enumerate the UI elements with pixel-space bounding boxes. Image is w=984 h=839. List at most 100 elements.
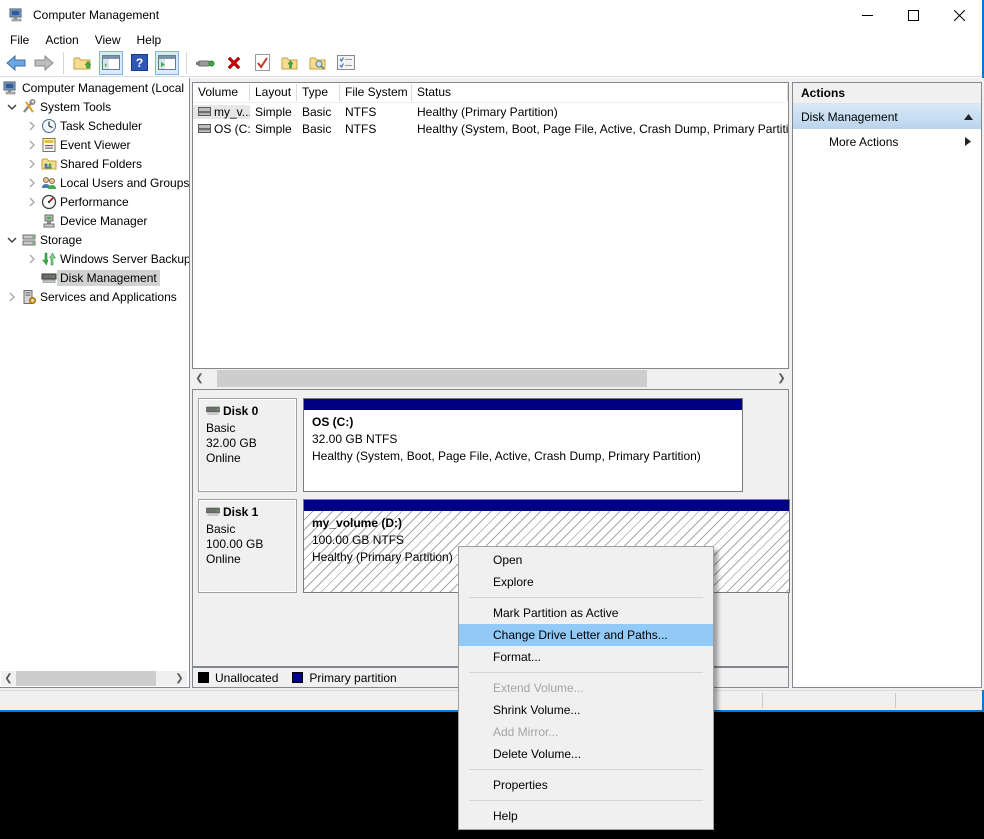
- scrollbar-thumb[interactable]: [16, 671, 156, 686]
- checklist-icon: [337, 55, 355, 70]
- volume-title: my_volume (D:): [312, 515, 781, 532]
- system-tools-icon: [21, 99, 37, 115]
- column-header-status[interactable]: Status: [412, 84, 788, 101]
- menu-action[interactable]: Action: [37, 31, 86, 49]
- collapse-chevron-icon[interactable]: [4, 99, 20, 115]
- disk-kind: Basic: [206, 522, 289, 537]
- expand-chevron-icon[interactable]: [24, 175, 40, 191]
- back-icon: [6, 55, 26, 71]
- menu-item-format[interactable]: Format...: [459, 646, 713, 668]
- expand-chevron-icon[interactable]: [24, 194, 40, 210]
- menu-item-properties[interactable]: Properties: [459, 774, 713, 796]
- expand-chevron-icon[interactable]: [4, 289, 20, 305]
- delete-volume-button[interactable]: [222, 51, 246, 75]
- expand-chevron-icon[interactable]: [24, 156, 40, 172]
- tree-item-system-tools[interactable]: System Tools: [0, 97, 189, 116]
- tree-item-services-and-applications[interactable]: Services and Applications: [0, 287, 189, 306]
- scroll-right-icon[interactable]: ❯: [774, 371, 789, 386]
- tree-label: Storage: [37, 232, 85, 248]
- column-header-type[interactable]: Type: [297, 84, 340, 101]
- more-actions-item[interactable]: More Actions: [793, 129, 981, 154]
- tree-item-windows-server-backup[interactable]: Windows Server Backup: [0, 249, 189, 268]
- scroll-left-icon[interactable]: ❮: [1, 671, 16, 686]
- computer-icon: [3, 80, 19, 96]
- mark-active-button[interactable]: [250, 51, 274, 75]
- tree-item-performance[interactable]: Performance: [0, 192, 189, 211]
- scrollbar-thumb[interactable]: [217, 370, 647, 387]
- minimize-icon: [862, 10, 873, 21]
- refresh-button[interactable]: [194, 51, 218, 75]
- disk-0-volume-os-c[interactable]: OS (C:) 32.00 GB NTFS Healthy (System, B…: [303, 398, 743, 492]
- help-button[interactable]: ?: [127, 51, 151, 75]
- column-header-layout[interactable]: Layout: [250, 84, 297, 101]
- volume-list-header: Volume Layout Type File System Status: [193, 83, 788, 103]
- volume-row-os-c[interactable]: OS (C:) Simple Basic NTFS Healthy (Syste…: [193, 120, 788, 137]
- menu-item-mark-partition-active[interactable]: Mark Partition as Active: [459, 602, 713, 624]
- legend-label: Primary partition: [309, 671, 396, 685]
- actions-group-disk-management[interactable]: Disk Management: [793, 104, 981, 129]
- show-action-pane-button[interactable]: [155, 51, 179, 75]
- open-folder-button[interactable]: [278, 51, 302, 75]
- refresh-icon: [196, 56, 216, 70]
- actions-pane: Actions Disk Management More Actions: [792, 82, 982, 688]
- services-icon: [21, 289, 37, 305]
- menu-item-change-drive-letter[interactable]: Change Drive Letter and Paths...: [459, 624, 713, 646]
- menu-item-open[interactable]: Open: [459, 549, 713, 571]
- collapse-chevron-icon[interactable]: [4, 232, 20, 248]
- device-manager-icon: [41, 213, 57, 229]
- event-viewer-icon: [41, 137, 57, 153]
- tree-item-device-manager[interactable]: Device Manager: [0, 211, 189, 230]
- menu-item-explore[interactable]: Explore: [459, 571, 713, 593]
- menu-help[interactable]: Help: [129, 31, 170, 49]
- menu-item-shrink-volume[interactable]: Shrink Volume...: [459, 699, 713, 721]
- expand-chevron-icon[interactable]: [24, 118, 40, 134]
- tree-item-task-scheduler[interactable]: Task Scheduler: [0, 116, 189, 135]
- expand-chevron-icon[interactable]: [24, 251, 40, 267]
- disk-management-icon: [41, 270, 57, 286]
- back-button[interactable]: [4, 51, 28, 75]
- console-tree-icon: [102, 55, 120, 70]
- disk-icon: [206, 406, 220, 416]
- up-one-level-button[interactable]: [71, 51, 95, 75]
- volume-list-horizontal-scrollbar[interactable]: ❮ ❯: [192, 370, 789, 387]
- menu-item-help[interactable]: Help: [459, 805, 713, 827]
- shared-folders-icon: [41, 156, 57, 172]
- maximize-icon: [908, 10, 919, 21]
- scroll-right-icon[interactable]: ❯: [172, 671, 187, 686]
- disk-0-label[interactable]: Disk 0 Basic 32.00 GB Online: [198, 398, 297, 492]
- maximize-button[interactable]: [890, 0, 936, 30]
- properties-button[interactable]: [334, 51, 358, 75]
- forward-button[interactable]: [32, 51, 56, 75]
- expand-chevron-icon[interactable]: [24, 137, 40, 153]
- actions-pane-title: Actions: [793, 83, 981, 104]
- tree-item-computer-management[interactable]: Computer Management (Local: [0, 78, 189, 97]
- tree-item-disk-management[interactable]: Disk Management: [0, 268, 189, 287]
- menu-item-add-mirror: Add Mirror...: [459, 721, 713, 743]
- tree-item-local-users-and-groups[interactable]: Local Users and Groups: [0, 173, 189, 192]
- show-console-tree-button[interactable]: [99, 51, 123, 75]
- computer-icon: [9, 7, 25, 23]
- column-header-file-system[interactable]: File System: [340, 84, 412, 101]
- menu-view[interactable]: View: [87, 31, 129, 49]
- tree-item-event-viewer[interactable]: Event Viewer: [0, 135, 189, 154]
- volume-row-my-volume[interactable]: my_v... Simple Basic NTFS Healthy (Prima…: [193, 103, 788, 120]
- tree-horizontal-scrollbar[interactable]: ❮ ❯: [1, 671, 187, 686]
- collapse-up-icon[interactable]: [964, 114, 973, 120]
- scroll-left-icon[interactable]: ❮: [192, 371, 207, 386]
- menu-file[interactable]: File: [2, 31, 37, 49]
- action-pane-icon: [158, 55, 176, 70]
- disk-1-label[interactable]: Disk 1 Basic 100.00 GB Online: [198, 499, 297, 593]
- disk-icon: [206, 507, 220, 517]
- column-header-volume[interactable]: Volume: [193, 84, 250, 101]
- console-tree-pane: Computer Management (Local System Tools …: [0, 78, 190, 688]
- tree-item-storage[interactable]: Storage: [0, 230, 189, 249]
- minimize-button[interactable]: [844, 0, 890, 30]
- explore-button[interactable]: [306, 51, 330, 75]
- folder-up-icon: [281, 55, 299, 71]
- menu-item-delete-volume[interactable]: Delete Volume...: [459, 743, 713, 765]
- disk-0-row: Disk 0 Basic 32.00 GB Online OS (C:) 32.…: [198, 398, 783, 492]
- tree-item-shared-folders[interactable]: Shared Folders: [0, 154, 189, 173]
- tree-label: Local Users and Groups: [57, 175, 190, 191]
- disk-size: 100.00 GB: [206, 537, 289, 552]
- close-button[interactable]: [936, 0, 982, 30]
